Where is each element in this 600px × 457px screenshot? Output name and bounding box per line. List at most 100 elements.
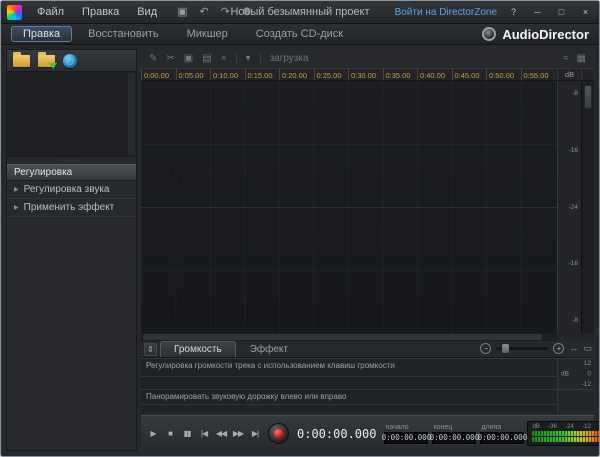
maximize-button[interactable]: □ — [554, 5, 569, 19]
time-tick: 0:20.00 — [279, 69, 314, 80]
toolbar-separator — [236, 53, 237, 64]
audiodirector-logo-icon — [482, 27, 496, 41]
expand-panel-icon[interactable]: ⇕ — [144, 343, 157, 356]
cut-icon[interactable]: ✂ — [166, 54, 174, 64]
close-button[interactable]: × — [578, 5, 593, 19]
volume-tick: 12 — [584, 360, 591, 367]
end-time-field[interactable]: 0:00:00.000 — [432, 432, 476, 444]
start-label: начало — [384, 424, 428, 431]
go-to-start-button[interactable]: |◀ — [197, 426, 211, 441]
undo-icon[interactable]: ↶ — [200, 7, 209, 18]
settings-icon[interactable]: ⚙ — [242, 7, 252, 18]
volume-tick: -12 — [582, 381, 591, 388]
pan-keyframe-row[interactable]: Панорамировать звуковую дорожку влево ил… — [141, 389, 594, 414]
tab-effect[interactable]: Эффект — [236, 341, 302, 357]
level-tick: -16 — [569, 147, 578, 154]
length-field-group: длина 0:00:00.000 — [480, 424, 524, 444]
volume-tick: 0 — [587, 371, 591, 378]
hscroll-row — [141, 333, 594, 341]
spectral-view-icon[interactable]: ▦ — [577, 54, 586, 64]
horizontal-scrollbar-thumb[interactable] — [143, 334, 542, 340]
help-icon[interactable]: ? — [506, 5, 521, 19]
waveform-workspace[interactable] — [141, 81, 557, 333]
fit-page-icon[interactable]: ▭ — [583, 344, 592, 353]
fast-forward-button[interactable]: ▶▶ — [231, 426, 245, 441]
library-scrollbar[interactable] — [128, 73, 135, 155]
tab-create-cd[interactable]: Создать CD-диск — [244, 26, 355, 42]
download-button[interactable]: загрузка — [270, 53, 309, 64]
volume-keyframe-line[interactable] — [141, 376, 556, 377]
time-tick: 0:00.00 — [141, 69, 176, 80]
adjust-item-effect[interactable]: ▶ Применить эффект — [7, 199, 136, 217]
fit-horizontal-icon[interactable]: ↔ — [569, 344, 578, 353]
import-media-icon[interactable] — [13, 55, 30, 67]
expand-triangle-icon: ▶ — [14, 204, 19, 211]
expand-triangle-icon: ▶ — [14, 186, 19, 193]
menu-edit[interactable]: Правка — [74, 3, 127, 21]
tab-volume[interactable]: Громкость — [160, 341, 236, 357]
meter-unit: dB — [532, 424, 539, 430]
waveform-centerline — [141, 207, 557, 208]
start-time-field[interactable]: 0:00:00.000 — [384, 432, 428, 444]
library-toolbar — [7, 50, 136, 72]
edit-toolbar: ✎ ✂ ▣ ▤ × ▾ загрузка ≈ ▦ — [141, 49, 594, 68]
pause-button[interactable]: ▮▮ — [180, 426, 194, 441]
pan-keyframe-line[interactable] — [141, 404, 556, 405]
record-button[interactable] — [268, 423, 289, 444]
go-to-end-button[interactable]: ▶| — [248, 426, 262, 441]
delete-icon[interactable]: × — [221, 54, 227, 64]
adjust-panel-body — [7, 217, 136, 450]
brand-name: AudioDirector — [502, 27, 589, 42]
record-icon — [274, 429, 283, 438]
zoom-tools: − + ↔ ▭ — [480, 343, 592, 354]
vertical-zoom-slider[interactable] — [581, 81, 594, 333]
adjust-item-label: Регулировка звука — [24, 184, 110, 195]
zoom-slider[interactable] — [496, 347, 548, 350]
transport-bar: ▶ ■ ▮▮ |◀ ◀◀ ▶▶ ▶| 0:00:00.000 начало 0:… — [141, 415, 594, 451]
volume-keyframe-row[interactable]: Регулировка громкости трека с использова… — [141, 358, 594, 389]
volume-row-label: Регулировка громкости трека с использова… — [146, 361, 395, 370]
paste-icon[interactable]: ▤ — [202, 54, 211, 64]
waveform-view-icon[interactable]: ≈ — [563, 54, 569, 64]
toolbar-separator — [260, 53, 261, 64]
tab-edit[interactable]: Правка — [11, 26, 72, 42]
menu-file[interactable]: Файл — [29, 3, 72, 21]
marker-dropdown-icon[interactable]: ▾ — [246, 54, 251, 64]
scrollbar-corner — [557, 333, 594, 341]
media-library-list[interactable] — [7, 72, 136, 156]
level-meter: dB -36 -24 -12 0 — [527, 421, 600, 446]
timeline-ruler[interactable]: 0:00.00 0:05.00 0:10.00 0:15.00 0:20.00 … — [141, 69, 557, 80]
menu-view[interactable]: Вид — [129, 3, 165, 21]
volume-unit: dB — [561, 371, 569, 378]
horizontal-scrollbar[interactable] — [141, 333, 557, 341]
time-tick: 0:40.00 — [417, 69, 452, 80]
waveform-row: -8 -16 -24 -16 -8 — [141, 81, 594, 333]
stop-button[interactable]: ■ — [163, 426, 177, 441]
copy-icon[interactable]: ▣ — [184, 54, 193, 64]
time-fields: начало 0:00:00.000 конец 0:00:00.000 дли… — [384, 424, 524, 444]
tab-mixer[interactable]: Микшер — [175, 26, 240, 42]
save-icon[interactable]: ▣ — [177, 7, 187, 18]
minimize-button[interactable]: ─ — [530, 5, 545, 19]
titlebar-tools: ▣ ↶ ↷ ⚙ — [177, 7, 252, 18]
edit-icon[interactable]: ✎ — [149, 54, 157, 64]
time-tick: 0:30.00 — [348, 69, 383, 80]
app-body: ····· Регулировка ▶ Регулировка звука ▶ … — [1, 45, 599, 456]
zoom-in-icon[interactable]: + — [553, 343, 564, 354]
length-time-field[interactable]: 0:00:00.000 — [480, 432, 524, 444]
zoom-slider-thumb[interactable] — [502, 344, 509, 353]
redo-icon[interactable]: ↷ — [221, 7, 230, 18]
vertical-slider-thumb[interactable] — [584, 85, 592, 109]
adjust-item-sound[interactable]: ▶ Регулировка звука — [7, 181, 136, 199]
play-button[interactable]: ▶ — [146, 426, 160, 441]
zoom-out-icon[interactable]: − — [480, 343, 491, 354]
tab-restore[interactable]: Восстановить — [76, 26, 170, 42]
directorzone-link[interactable]: Войти на DirectorZone — [395, 7, 497, 18]
directorzone-download-icon[interactable] — [63, 54, 77, 68]
level-tick: -8 — [572, 317, 578, 324]
import-folder-icon[interactable] — [38, 55, 55, 67]
rewind-button[interactable]: ◀◀ — [214, 426, 228, 441]
ruler-corner — [581, 69, 594, 80]
panel-splitter[interactable]: ····· — [7, 156, 136, 164]
meter-tick: -24 — [565, 424, 574, 430]
